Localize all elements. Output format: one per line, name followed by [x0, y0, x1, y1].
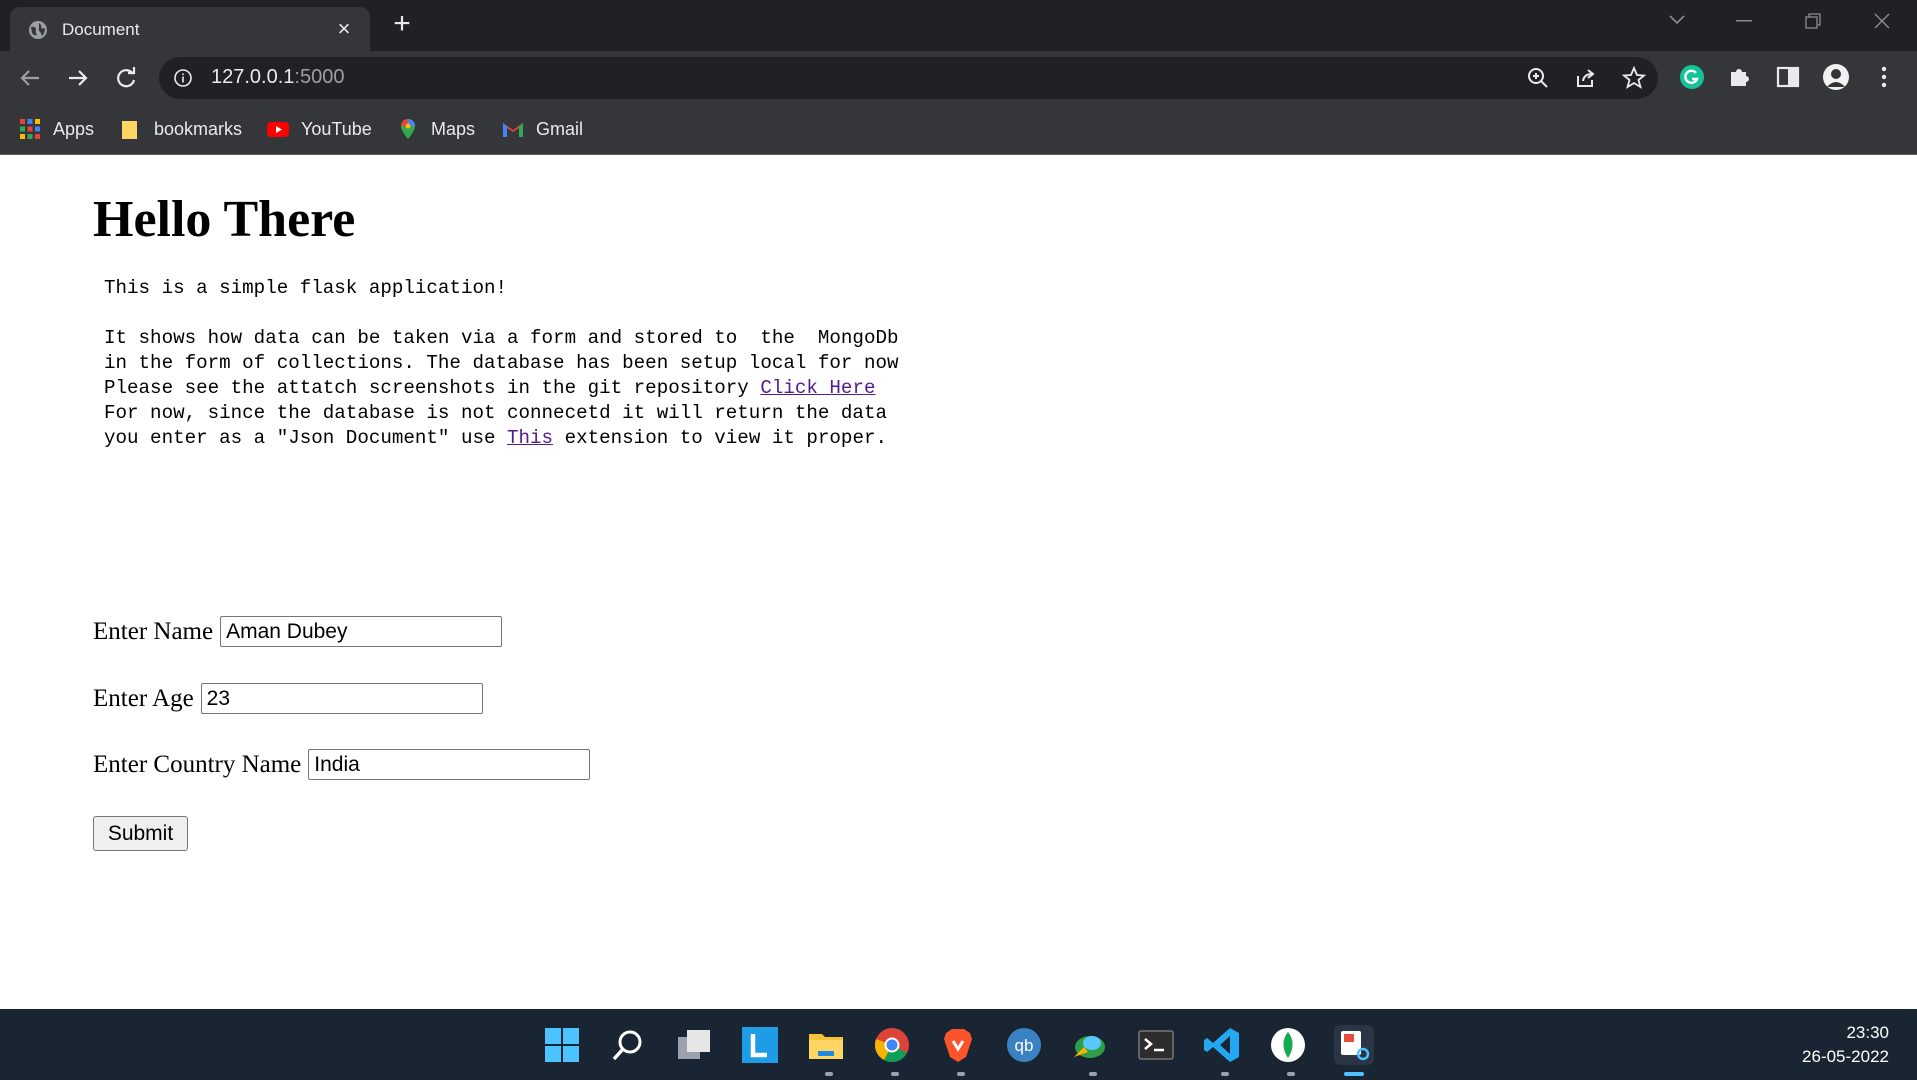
file-explorer-icon[interactable]: [806, 1025, 846, 1065]
svg-text:qb: qb: [1015, 1036, 1034, 1055]
description-line: Please see the attatch screenshots in th…: [104, 377, 761, 399]
note-paragraph: For now, since the database is not conne…: [104, 401, 887, 451]
search-icon[interactable]: [608, 1025, 648, 1065]
folder-icon: [122, 121, 137, 139]
back-icon[interactable]: [15, 63, 45, 93]
tab-title: Document: [62, 20, 140, 39]
description-paragraph: It shows how data can be taken via a for…: [104, 326, 899, 401]
address-bar[interactable]: 127.0.0.1:5000: [159, 57, 1658, 99]
bookmark-folder[interactable]: bookmarks: [120, 116, 242, 142]
running-indicator: [891, 1072, 899, 1076]
zoom-icon[interactable]: [1526, 66, 1550, 90]
apps-grid-icon: [20, 119, 40, 139]
task-view-icon[interactable]: [674, 1025, 714, 1065]
qbittorrent-icon[interactable]: qb: [1004, 1025, 1044, 1065]
windows-start-icon[interactable]: [542, 1025, 582, 1065]
tab-strip: Document × +: [0, 0, 1917, 51]
mongodb-compass-icon[interactable]: [1268, 1025, 1308, 1065]
side-panel-icon[interactable]: [1774, 63, 1802, 91]
running-indicator: [825, 1072, 833, 1076]
tab-search-icon[interactable]: [1668, 14, 1686, 26]
name-input[interactable]: [220, 616, 503, 647]
bookmark-label: bookmarks: [154, 118, 243, 139]
site-info-icon[interactable]: [173, 68, 193, 88]
description-line: in the form of collections. The database…: [104, 352, 899, 374]
extensions-puzzle-icon[interactable]: [1726, 63, 1754, 91]
country-label: Enter Country Name: [93, 750, 302, 778]
bookmark-youtube[interactable]: YouTube: [267, 116, 372, 142]
vscode-icon[interactable]: [1202, 1025, 1242, 1065]
git-repo-link[interactable]: Click Here: [760, 377, 875, 399]
bookmark-label: YouTube: [301, 118, 372, 139]
browser-toolbar: 127.0.0.1:5000: [0, 51, 1917, 104]
intro-text: This is a simple flask application!: [104, 277, 508, 299]
bookmark-gmail[interactable]: Gmail: [502, 116, 583, 142]
running-indicator: [1089, 1072, 1097, 1076]
l-app-icon[interactable]: [740, 1025, 780, 1065]
grammarly-icon[interactable]: [1678, 63, 1706, 91]
url-host: 127.0.0.1: [211, 66, 295, 88]
download-manager-icon[interactable]: [1070, 1025, 1110, 1065]
restore-icon[interactable]: [1805, 13, 1821, 29]
minimize-icon[interactable]: [1736, 20, 1752, 22]
bookmark-label: Gmail: [536, 118, 584, 139]
star-icon[interactable]: [1622, 66, 1646, 90]
gmail-icon: [503, 123, 523, 137]
bookmark-maps[interactable]: Maps: [397, 116, 475, 142]
share-icon[interactable]: [1574, 66, 1598, 90]
tab-close-icon[interactable]: ×: [332, 18, 356, 42]
clock-date: 26-05-2022: [1802, 1047, 1889, 1066]
name-row: Enter Name: [93, 616, 503, 647]
name-label: Enter Name: [93, 617, 214, 645]
running-indicator: [957, 1072, 965, 1076]
country-row: Enter Country Name: [93, 749, 591, 780]
globe-icon: [29, 21, 47, 39]
active-app-indicator: [1344, 1072, 1364, 1076]
bookmark-label: Apps: [53, 118, 95, 139]
close-window-icon[interactable]: [1874, 13, 1890, 29]
submit-button[interactable]: Submit: [93, 816, 188, 851]
note-line: extension to view it proper.: [553, 427, 887, 449]
age-input[interactable]: [200, 683, 483, 714]
youtube-icon: [267, 122, 289, 137]
reload-icon[interactable]: [111, 63, 141, 93]
browser-tab[interactable]: Document ×: [10, 7, 370, 51]
age-row: Enter Age: [93, 683, 483, 714]
bookmark-apps[interactable]: Apps: [19, 116, 94, 142]
taskbar: qb 23:30 26-05-2022: [0, 1009, 1917, 1080]
url-text[interactable]: 127.0.0.1:5000: [211, 66, 344, 89]
system-clock[interactable]: 23:30 26-05-2022: [1802, 1021, 1889, 1069]
url-port: :5000: [294, 66, 345, 88]
note-line: For now, since the database is not conne…: [104, 402, 887, 424]
note-line: you enter as a "Json Document" use: [104, 427, 508, 449]
profile-avatar-icon[interactable]: [1822, 63, 1850, 91]
page-title: Hello There: [93, 191, 356, 248]
running-indicator: [1287, 1072, 1295, 1076]
new-tab-button[interactable]: +: [389, 9, 415, 39]
page-content: Hello There This is a simple flask appli…: [0, 155, 1917, 1009]
json-extension-link[interactable]: This: [507, 427, 553, 449]
chrome-icon[interactable]: [872, 1025, 912, 1065]
snipping-tool-icon[interactable]: [1334, 1025, 1374, 1065]
brave-icon[interactable]: [938, 1025, 978, 1065]
age-label: Enter Age: [93, 684, 194, 712]
description-line: It shows how data can be taken via a for…: [104, 327, 899, 349]
terminal-icon[interactable]: [1136, 1025, 1176, 1065]
clock-time: 23:30: [1846, 1023, 1889, 1042]
bookmarks-bar: Apps bookmarks YouTube Maps Gmail: [0, 104, 1917, 155]
maps-icon: [401, 119, 415, 139]
menu-kebab-icon[interactable]: [1870, 63, 1898, 91]
running-indicator: [1221, 1072, 1229, 1076]
bookmark-label: Maps: [431, 118, 476, 139]
forward-icon[interactable]: [63, 63, 93, 93]
country-input[interactable]: [308, 749, 591, 780]
